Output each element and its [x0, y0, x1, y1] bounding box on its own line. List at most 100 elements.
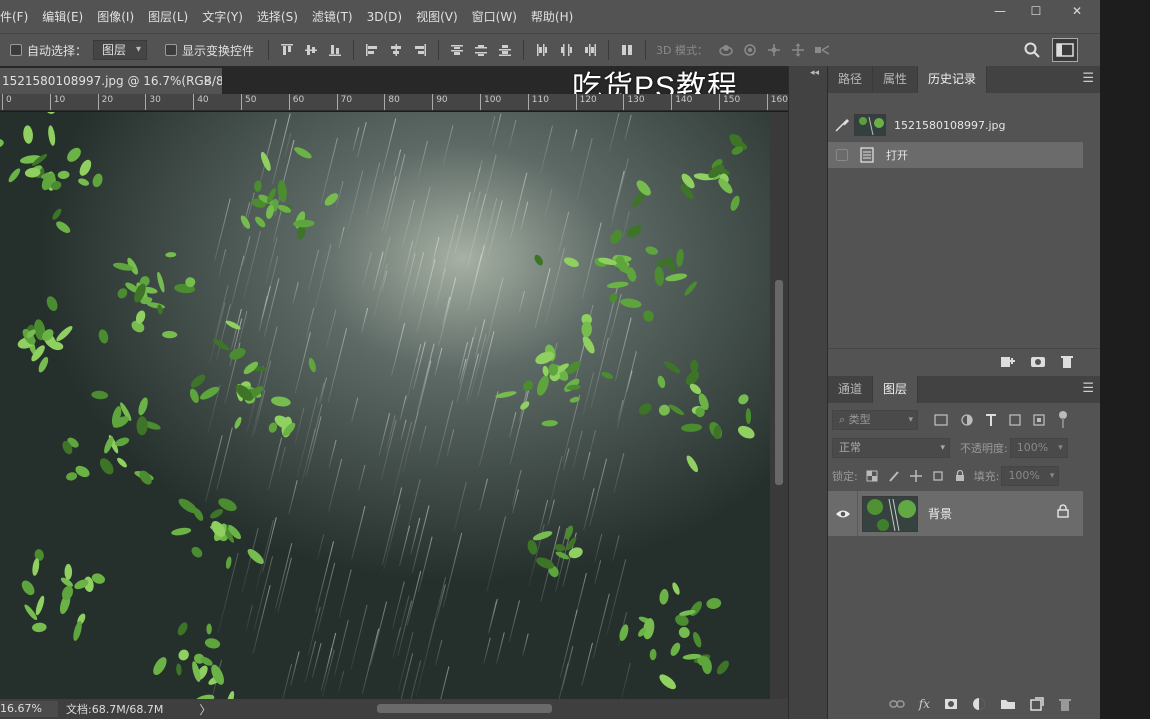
distribute-left-icon[interactable]	[530, 38, 554, 62]
auto-select-checkbox[interactable]	[10, 44, 22, 56]
orbit-3d-icon[interactable]	[714, 38, 738, 62]
menu-3d[interactable]: 3D(D)	[360, 10, 409, 24]
panel-menu-icon[interactable]: ☰	[1082, 71, 1094, 86]
opacity-value: 100%	[1016, 441, 1049, 454]
menu-help[interactable]: 帮助(H)	[524, 8, 580, 25]
layers-menu-icon[interactable]: ☰	[1082, 381, 1094, 396]
search-icon[interactable]	[1020, 38, 1044, 62]
menu-filter[interactable]: 滤镜(T)	[305, 8, 360, 25]
distribute-bottom-icon[interactable]	[493, 38, 517, 62]
menu-file[interactable]: 件(F)	[0, 8, 35, 25]
tab-properties[interactable]: 属性	[873, 66, 919, 93]
blend-mode-dropdown[interactable]: 正常 ▾	[832, 438, 950, 458]
vertical-scrollbar[interactable]	[770, 112, 788, 699]
distribute-right-icon[interactable]	[578, 38, 602, 62]
tab-history[interactable]: 历史记录	[918, 66, 988, 93]
status-arrow-button[interactable]: 〉	[199, 701, 211, 718]
menu-bar: 件(F) 编辑(E) 图像(I) 图层(L) 文字(Y) 选择(S) 滤镜(T)…	[0, 0, 1100, 33]
menu-layer[interactable]: 图层(L)	[141, 8, 195, 25]
camera-icon[interactable]	[1030, 354, 1046, 368]
layer-filter-dropdown[interactable]: ⌕ 类型 ▾	[832, 410, 918, 430]
mode-3d-label: 3D 模式：	[656, 44, 709, 57]
align-hcenter-icon[interactable]	[384, 38, 408, 62]
ruler-tick: 130	[623, 94, 645, 110]
align-top-icon[interactable]	[275, 38, 299, 62]
distribute-top-icon[interactable]	[445, 38, 469, 62]
auto-select-dropdown[interactable]: 图层	[93, 40, 148, 60]
align-bottom-icon[interactable]	[323, 38, 347, 62]
layer-name[interactable]: 背景	[928, 505, 952, 522]
photo-rain-leaves	[0, 112, 770, 699]
menu-edit[interactable]: 编辑(E)	[35, 8, 90, 25]
align-vcenter-icon[interactable]	[299, 38, 323, 62]
tab-channels[interactable]: 通道	[828, 376, 874, 403]
auto-align-icon[interactable]	[615, 38, 639, 62]
ruler-tick: 140	[671, 94, 692, 110]
tab-layers[interactable]: 图层	[873, 376, 919, 403]
new-group-icon[interactable]	[1000, 698, 1016, 710]
ruler-tick: 50	[241, 94, 256, 110]
blend-mode-value: 正常	[839, 441, 861, 454]
document-canvas[interactable]	[0, 112, 770, 699]
menu-image[interactable]: 图像(I)	[90, 8, 141, 25]
lock-artboard-icon[interactable]	[932, 470, 944, 482]
collapse-arrows-icon[interactable]: ◂◂	[810, 68, 819, 78]
adjustment-layer-icon[interactable]	[972, 697, 986, 711]
trash-icon[interactable]	[1060, 354, 1074, 368]
filter-pixel-icon[interactable]	[934, 414, 948, 426]
lock-transparent-icon[interactable]	[866, 470, 878, 482]
new-layer-icon[interactable]	[1030, 697, 1044, 711]
horizontal-scroll-thumb[interactable]	[377, 704, 552, 713]
menu-window[interactable]: 窗口(W)	[465, 8, 524, 25]
document-tab[interactable]: 1521580108997.jpg @ 16.7%(RGB/8) ×	[0, 68, 222, 94]
scale-3d-icon[interactable]	[810, 38, 834, 62]
new-document-from-state-icon[interactable]	[1000, 354, 1016, 368]
restore-button[interactable]: ☐	[1018, 0, 1054, 22]
distribute-vcenter-icon[interactable]	[469, 38, 493, 62]
delete-layer-icon[interactable]	[1058, 697, 1072, 711]
horizontal-scrollbar[interactable]	[215, 702, 775, 716]
history-snapshot-row[interactable]: 1521580108997.jpg	[828, 110, 1083, 140]
fill-field[interactable]: 100% ▾	[1001, 466, 1060, 486]
history-item-open[interactable]: 打开	[828, 142, 1083, 168]
layer-row-background[interactable]: 背景	[828, 491, 1083, 536]
layer-lock-icon	[1057, 504, 1069, 518]
lock-all-icon[interactable]	[954, 470, 966, 482]
filter-adjustment-icon[interactable]	[960, 413, 974, 427]
distribute-hcenter-icon[interactable]	[554, 38, 578, 62]
status-bar: 16.67% 文档:68.7M/68.7M 〉	[0, 699, 788, 719]
filter-shape-icon[interactable]	[1008, 413, 1022, 427]
workspace-button[interactable]	[1052, 38, 1078, 62]
lock-pixels-icon[interactable]	[888, 470, 900, 482]
minimize-button[interactable]: —	[982, 0, 1018, 22]
history-source-checkbox[interactable]	[836, 149, 848, 161]
menu-type[interactable]: 文字(Y)	[195, 8, 250, 25]
fx-icon[interactable]: fx	[919, 697, 930, 711]
filter-smartobject-icon[interactable]	[1032, 413, 1046, 427]
add-mask-icon[interactable]	[944, 698, 958, 710]
close-tab-button[interactable]: ×	[203, 68, 212, 94]
align-right-icon[interactable]	[408, 38, 432, 62]
leaf	[64, 563, 73, 580]
layer-visibility-toggle[interactable]	[828, 491, 858, 536]
divider	[268, 40, 270, 60]
align-left-icon[interactable]	[360, 38, 384, 62]
menu-view[interactable]: 视图(V)	[409, 8, 465, 25]
tab-paths[interactable]: 路径	[828, 66, 874, 93]
close-button[interactable]: ✕	[1054, 0, 1100, 22]
menu-select[interactable]: 选择(S)	[250, 8, 305, 25]
lock-position-icon[interactable]	[909, 470, 922, 482]
opacity-field[interactable]: 100% ▾	[1009, 438, 1068, 458]
divider	[608, 40, 610, 60]
filter-type-icon[interactable]	[984, 413, 998, 427]
vertical-scroll-thumb[interactable]	[775, 280, 783, 485]
roll-3d-icon[interactable]	[738, 38, 762, 62]
slide-3d-icon[interactable]	[786, 38, 810, 62]
show-transform-checkbox[interactable]	[165, 44, 178, 56]
layer-filter-label: 类型	[848, 413, 871, 426]
opacity-label: 不透明度:	[960, 442, 1008, 455]
link-layers-icon[interactable]	[889, 698, 905, 710]
filter-toggle-icon[interactable]	[1058, 410, 1068, 430]
zoom-field[interactable]: 16.67%	[0, 701, 58, 717]
pan-3d-icon[interactable]	[762, 38, 786, 62]
